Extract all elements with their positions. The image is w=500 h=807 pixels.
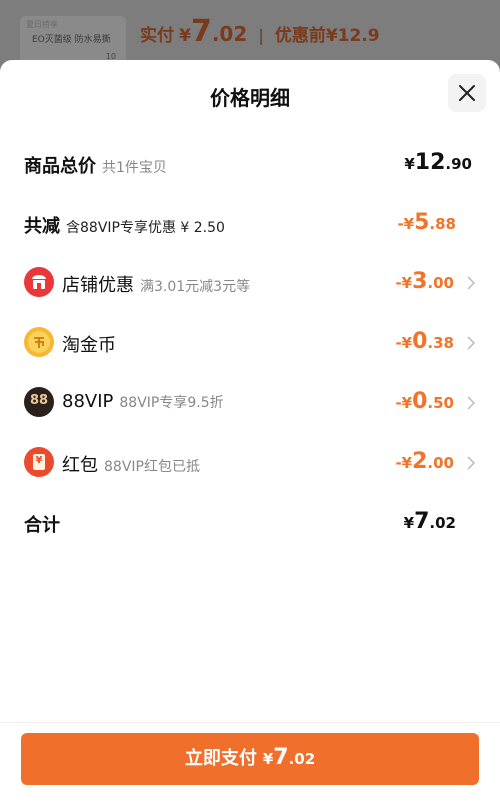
amount-yen: -¥ [395, 394, 413, 412]
chevron-right-icon [467, 336, 476, 350]
sheet-title: 价格明细 [210, 86, 290, 110]
redpack-amount: -¥2.00 [395, 449, 454, 474]
red-packet-body: ¥ [33, 454, 45, 470]
row-shop-discount[interactable]: 店铺优惠 满3.01元减3元等 -¥3.00 [24, 263, 476, 303]
pay-symbol: ¥ [179, 26, 191, 46]
chevron-right-icon [467, 276, 476, 290]
pay-button-label: 立即支付 [184, 748, 257, 769]
amount-int: 3 [412, 269, 428, 294]
amount-int: 0 [412, 329, 428, 354]
amount-dec: .00 [427, 454, 454, 472]
sum-label: 合计 [24, 515, 60, 536]
coin-amount: -¥0.38 [395, 329, 454, 354]
pay-button-dec: .02 [288, 750, 316, 768]
chevron-right-icon [467, 456, 476, 470]
gold-coin-icon [24, 327, 54, 357]
amount-dec: .90 [445, 155, 472, 173]
row-sum-total: 合计 ¥7.02 [24, 503, 476, 543]
close-icon [459, 85, 475, 101]
vip88-icon: 88 [24, 387, 54, 417]
thumbnail-text: EO灭菌级 防水易撕 [32, 35, 111, 45]
amount-int: 2 [412, 449, 428, 474]
pay-label: 实付 [140, 26, 174, 46]
amount-yen: -¥ [395, 274, 413, 292]
shop-label: 店铺优惠 [62, 275, 134, 296]
pay-button-content: 立即支付 ¥7.02 [21, 744, 479, 770]
close-button[interactable] [448, 74, 486, 112]
total-label: 商品总价 [24, 156, 96, 177]
chevron-right-icon [467, 396, 476, 410]
sum-amount: ¥7.02 [404, 509, 456, 534]
total-amount: ¥12.90 [404, 150, 472, 175]
amount-int: 0 [412, 389, 428, 414]
amount-yen: ¥ [403, 514, 415, 532]
amount-int: 7 [414, 509, 430, 534]
amount-yen: -¥ [395, 334, 413, 352]
coin-label: 淘金币 [62, 335, 116, 356]
before-amount: ¥12.9 [325, 26, 380, 46]
redpack-sub: 88VIP红包已抵 [104, 459, 200, 475]
row-total-reduction: 共减 含88VIP专享优惠 ¥ 2.50 -¥5.88 [24, 204, 476, 244]
row-88vip[interactable]: 88 88VIP 88VIP专享9.5折 -¥0.50 [24, 383, 476, 423]
row-label: 88VIP 88VIP专享9.5折 [62, 391, 224, 412]
separator: | [258, 26, 264, 45]
vip-amount: -¥0.50 [395, 389, 454, 414]
red-packet-icon: ¥ [24, 447, 54, 477]
row-item-total: 商品总价 共1件宝贝 ¥12.90 [24, 144, 476, 184]
row-red-packet[interactable]: ¥ 红包 88VIP红包已抵 -¥2.00 [24, 443, 476, 483]
footer-bar: 立即支付 ¥7.02 [0, 722, 500, 807]
amount-yen: -¥ [395, 454, 413, 472]
price-detail-sheet: 价格明细 商品总价 共1件宝贝 ¥12.90 共减 含88VIP专享优惠 ¥ 2.5… [0, 60, 500, 807]
amount-yen: ¥ [404, 155, 415, 173]
vip88-icon-text: 88 [29, 393, 49, 408]
pay-button-int: 7 [273, 745, 289, 770]
shop-amount: -¥3.00 [395, 269, 454, 294]
amount-dec: .00 [427, 274, 454, 292]
pay-int: 7 [190, 14, 212, 49]
reduce-sub: 含88VIP专享优惠 ¥ 2.50 [66, 220, 225, 236]
pay-button-yen: ¥ [262, 750, 274, 768]
shop-icon [24, 267, 54, 297]
vip-label: 88VIP [62, 391, 114, 412]
pay-now-button[interactable]: 立即支付 ¥7.02 [21, 733, 479, 785]
vip-sub: 88VIP专享9.5折 [119, 395, 224, 411]
reduce-label: 共减 [24, 216, 60, 237]
pay-dec: .02 [211, 22, 248, 46]
thumbnail-tag: 夏日特享 [26, 20, 58, 29]
red-packet-icon-text: ¥ [35, 455, 43, 466]
reduce-amount: -¥5.88 [397, 210, 456, 235]
amount-dec: .38 [427, 334, 454, 352]
total-sub: 共1件宝贝 [102, 160, 167, 176]
row-label: 商品总价 共1件宝贝 [24, 152, 167, 178]
row-label: 共减 含88VIP专享优惠 ¥ 2.50 [24, 212, 225, 238]
row-label: 红包 88VIP红包已抵 [62, 451, 200, 477]
shop-sub: 满3.01元减3元等 [140, 279, 251, 295]
amount-yen: -¥ [397, 215, 415, 233]
background-pay-summary: 实付 ¥7.02 | 优惠前¥12.9 [140, 14, 380, 49]
row-gold-coin[interactable]: 淘金币 -¥0.38 [24, 323, 476, 363]
amount-int: 12 [414, 150, 446, 175]
row-label: 淘金币 [62, 331, 116, 357]
row-label: 店铺优惠 满3.01元减3元等 [62, 271, 250, 297]
amount-dec: .50 [427, 394, 454, 412]
before-label: 优惠前 [274, 26, 326, 46]
amount-dec: .02 [429, 514, 456, 532]
amount-dec: .88 [429, 215, 456, 233]
amount-int: 5 [414, 210, 430, 235]
redpack-label: 红包 [62, 455, 98, 476]
